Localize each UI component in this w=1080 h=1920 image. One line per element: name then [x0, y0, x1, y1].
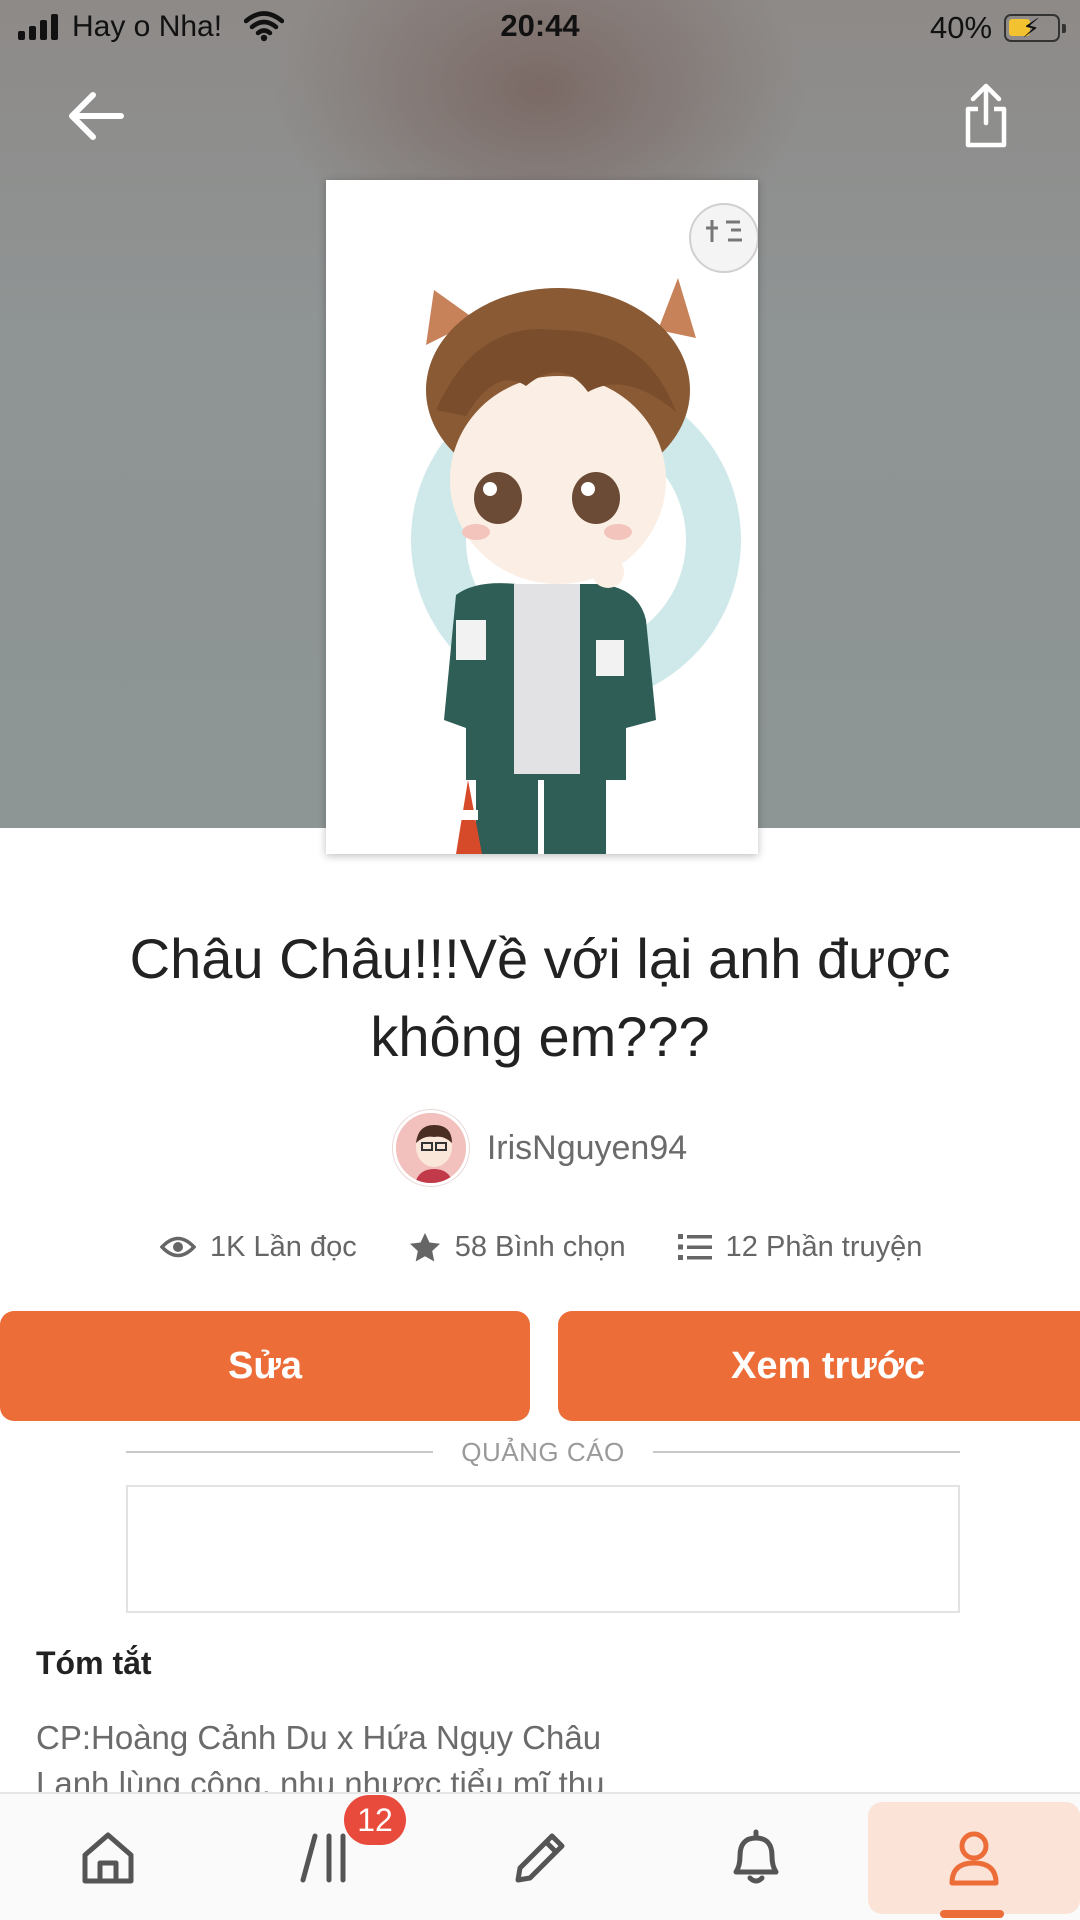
- nav-notifications[interactable]: [648, 1794, 864, 1920]
- nav-write[interactable]: [432, 1794, 648, 1920]
- reads-count: 1K Lần đọc: [210, 1230, 357, 1263]
- arrow-left-icon: [69, 92, 124, 140]
- reads-stat: 1K Lần đọc: [160, 1231, 357, 1264]
- library-badge: 12: [344, 1795, 406, 1845]
- summary-line: Lạnh lùng công, nhu nhược tiểu mĩ thụ: [36, 1765, 605, 1795]
- back-button[interactable]: [60, 80, 132, 152]
- divider: [126, 1451, 434, 1453]
- ad-label-text: QUẢNG CÁO: [461, 1436, 625, 1467]
- parts-stat: 12 Phần truyện: [677, 1230, 923, 1264]
- author-link[interactable]: IrisNguyen94: [0, 1110, 1080, 1186]
- votes-stat: 58 Bình chọn: [409, 1231, 626, 1264]
- nav-profile[interactable]: [868, 1802, 1080, 1914]
- battery-percent: 40%: [930, 10, 993, 45]
- story-title: Châu Châu!!!Về với lại anh được không em…: [129, 927, 951, 1068]
- summary-heading: Tóm tắt: [36, 1645, 152, 1681]
- eye-icon: [160, 1236, 196, 1258]
- summary-line: CP:Hoàng Cảnh Du x Hứa Ngụy Châu: [36, 1719, 602, 1756]
- clock: 20:44: [500, 8, 580, 43]
- edit-button[interactable]: Sửa: [0, 1311, 530, 1421]
- parts-count: 12 Phần truyện: [725, 1230, 923, 1263]
- nav-home[interactable]: [0, 1794, 216, 1920]
- pencil-icon: [515, 1833, 565, 1883]
- summary-text: CP:Hoàng Cảnh Du x Hứa Ngụy Châu Lạnh lù…: [36, 1715, 1036, 1795]
- author-name: IrisNguyen94: [486, 1128, 688, 1167]
- story-stats: 1K Lần đọc 58 Bình chọn 12 Phần truyện: [160, 1222, 960, 1272]
- share-icon: [965, 83, 1007, 148]
- story-cover: [326, 180, 758, 854]
- ad-slot[interactable]: [126, 1485, 960, 1613]
- library-icon: [300, 1833, 346, 1883]
- active-tab-indicator: [940, 1910, 1004, 1918]
- battery-icon: ⚡: [1004, 14, 1066, 42]
- divider: [652, 1451, 961, 1453]
- home-icon: [82, 1832, 134, 1884]
- votes-count: 58 Bình chọn: [454, 1230, 626, 1263]
- list-icon: [677, 1234, 712, 1260]
- status-bar: Hay o Nha! 20:44 40% ⚡: [0, 0, 1080, 56]
- bottom-nav: [0, 1792, 1080, 1920]
- star-icon: [409, 1233, 440, 1262]
- avatar: [392, 1110, 469, 1186]
- ad-label: QUẢNG CÁO: [126, 1434, 961, 1470]
- bell-icon: [733, 1829, 779, 1884]
- profile-icon: [949, 1831, 999, 1886]
- preview-button[interactable]: Xem trước: [558, 1311, 1080, 1421]
- share-button[interactable]: [950, 76, 1022, 156]
